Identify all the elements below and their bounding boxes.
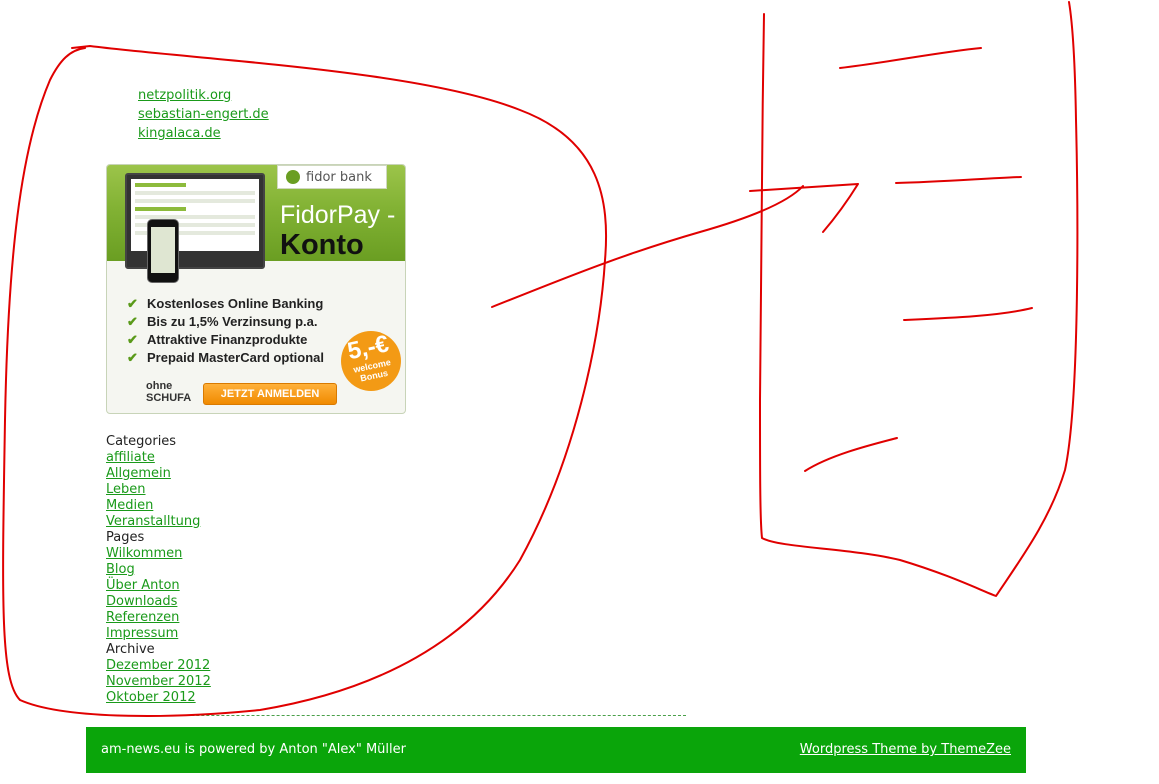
- theme-credit-link[interactable]: Wordpress Theme by ThemeZee: [800, 742, 1011, 757]
- welcome-bonus-badge: 5,-€ welcome Bonus: [335, 325, 405, 397]
- page-link-downloads[interactable]: Downloads: [106, 594, 211, 610]
- category-link-allgemein[interactable]: Allgemein: [106, 466, 211, 482]
- ad-feature-list: ✔ Kostenloses Online Banking ✔ Bis zu 1,5%…: [127, 295, 324, 367]
- letter-e-spine: [759, 1, 1079, 597]
- checkmark-icon: ✔: [127, 332, 138, 347]
- archive-heading: Archive: [106, 642, 155, 657]
- ad-feature: ✔ Bis zu 1,5% Verzinsung p.a.: [127, 314, 318, 329]
- ad-title-line2: Konto: [280, 229, 364, 261]
- category-link-medien[interactable]: Medien: [106, 498, 211, 514]
- archive-link-oktober-2012[interactable]: Oktober 2012: [106, 690, 211, 706]
- footer-credit: am-news.eu is powered by Anton "Alex" Mü…: [101, 742, 406, 757]
- ohne-schufa-label: ohne SCHUFA: [146, 380, 192, 404]
- blogroll-link-netzpolitik[interactable]: netzpolitik.org: [138, 88, 231, 103]
- page-link-blog[interactable]: Blog: [106, 562, 211, 578]
- archive-link-dezember-2012[interactable]: Dezember 2012: [106, 658, 211, 674]
- page-link-referenzen[interactable]: Referenzen: [106, 610, 211, 626]
- archive-link-november-2012[interactable]: November 2012: [106, 674, 211, 690]
- fidor-ad-banner[interactable]: fidor bank FidorPay - Konto ✔ Kostenloses…: [106, 164, 406, 414]
- footer-divider: [106, 715, 686, 716]
- fidor-logo-icon: [286, 170, 300, 184]
- ad-feature: ✔ Kostenloses Online Banking: [127, 296, 324, 311]
- letter-e-stroke-3: [903, 307, 1033, 321]
- categories-heading: Categories: [106, 434, 177, 449]
- ad-feature: ✔ Prepaid MasterCard optional: [127, 350, 324, 365]
- page-link-wilkommen[interactable]: Wilkommen: [106, 546, 211, 562]
- checkmark-icon: ✔: [127, 314, 138, 329]
- blogroll-item: netzpolitik.org: [138, 86, 438, 105]
- category-link-affiliate[interactable]: affiliate: [106, 450, 211, 466]
- arrow-head: [749, 183, 859, 233]
- letter-e-stroke-4: [804, 437, 898, 472]
- phone-image: [147, 219, 179, 283]
- monitor-image: [125, 173, 265, 269]
- site-footer: am-news.eu is powered by Anton "Alex" Mü…: [86, 727, 1026, 773]
- blogroll-list: netzpolitik.org sebastian-engert.de king…: [138, 86, 438, 146]
- blogroll-link-kingalaca[interactable]: kingalaca.de: [138, 126, 221, 141]
- pages-heading: Pages: [106, 530, 145, 545]
- fidor-logo: fidor bank: [277, 165, 387, 189]
- pointer-line: [491, 185, 804, 308]
- blogroll-link-sebastian-engert[interactable]: sebastian-engert.de: [138, 107, 269, 122]
- category-link-veranstalltung[interactable]: Veranstalltung: [106, 514, 211, 530]
- ad-title-line1: FidorPay -: [280, 201, 396, 229]
- page-link-impressum[interactable]: Impressum: [106, 626, 211, 642]
- fidor-logo-text: fidor bank: [306, 169, 372, 185]
- page-link-uber-anton[interactable]: Über Anton: [106, 578, 211, 594]
- ad-feature: ✔ Attraktive Finanzprodukte: [127, 332, 308, 347]
- checkmark-icon: ✔: [127, 350, 138, 365]
- blogroll-item: kingalaca.de: [138, 124, 438, 143]
- sidebar-widgets: Categories affiliate Allgemein Leben Med…: [106, 434, 211, 706]
- category-link-leben[interactable]: Leben: [106, 482, 211, 498]
- letter-e-stroke-1: [839, 47, 982, 69]
- letter-e-stroke-2: [895, 176, 1022, 184]
- blogroll-item: sebastian-engert.de: [138, 105, 438, 124]
- checkmark-icon: ✔: [127, 296, 138, 311]
- jetzt-anmelden-button[interactable]: JETZT ANMELDEN: [203, 383, 337, 405]
